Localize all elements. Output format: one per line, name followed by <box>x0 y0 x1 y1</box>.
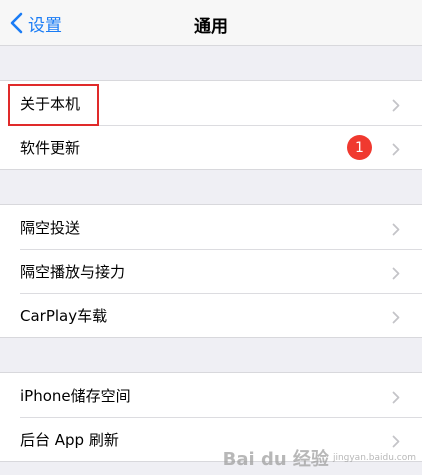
row-label: 隔空投送 <box>20 218 81 237</box>
row-label: CarPlay车载 <box>20 306 108 325</box>
settings-group-connectivity: 隔空投送 隔空播放与接力 CarPlay车载 <box>0 204 422 338</box>
settings-group-device: 关于本机 软件更新 1 <box>0 80 422 170</box>
chevron-right-icon <box>392 221 400 240</box>
settings-group-storage: iPhone储存空间 后台 App 刷新 <box>0 372 422 462</box>
chevron-right-icon <box>392 141 400 160</box>
row-label: 软件更新 <box>20 138 81 157</box>
row-label: 隔空播放与接力 <box>20 262 126 281</box>
chevron-right-icon <box>392 389 400 408</box>
row-background-app-refresh[interactable]: 后台 App 刷新 <box>0 417 422 461</box>
row-airplay-handoff[interactable]: 隔空播放与接力 <box>0 249 422 293</box>
chevron-right-icon <box>392 97 400 116</box>
row-label: 后台 App 刷新 <box>20 430 119 449</box>
row-about[interactable]: 关于本机 <box>0 81 422 125</box>
notification-badge: 1 <box>347 135 372 160</box>
page-title: 通用 <box>194 17 228 37</box>
row-iphone-storage[interactable]: iPhone储存空间 <box>0 373 422 417</box>
row-airdrop[interactable]: 隔空投送 <box>0 205 422 249</box>
row-label: iPhone储存空间 <box>20 386 131 405</box>
row-carplay[interactable]: CarPlay车载 <box>0 293 422 337</box>
row-software-update[interactable]: 软件更新 1 <box>0 125 422 169</box>
chevron-right-icon <box>392 265 400 284</box>
row-label: 关于本机 <box>20 94 81 113</box>
navigation-bar: 设置 通用 <box>0 0 422 46</box>
chevron-right-icon <box>392 309 400 328</box>
chevron-right-icon <box>392 433 400 452</box>
